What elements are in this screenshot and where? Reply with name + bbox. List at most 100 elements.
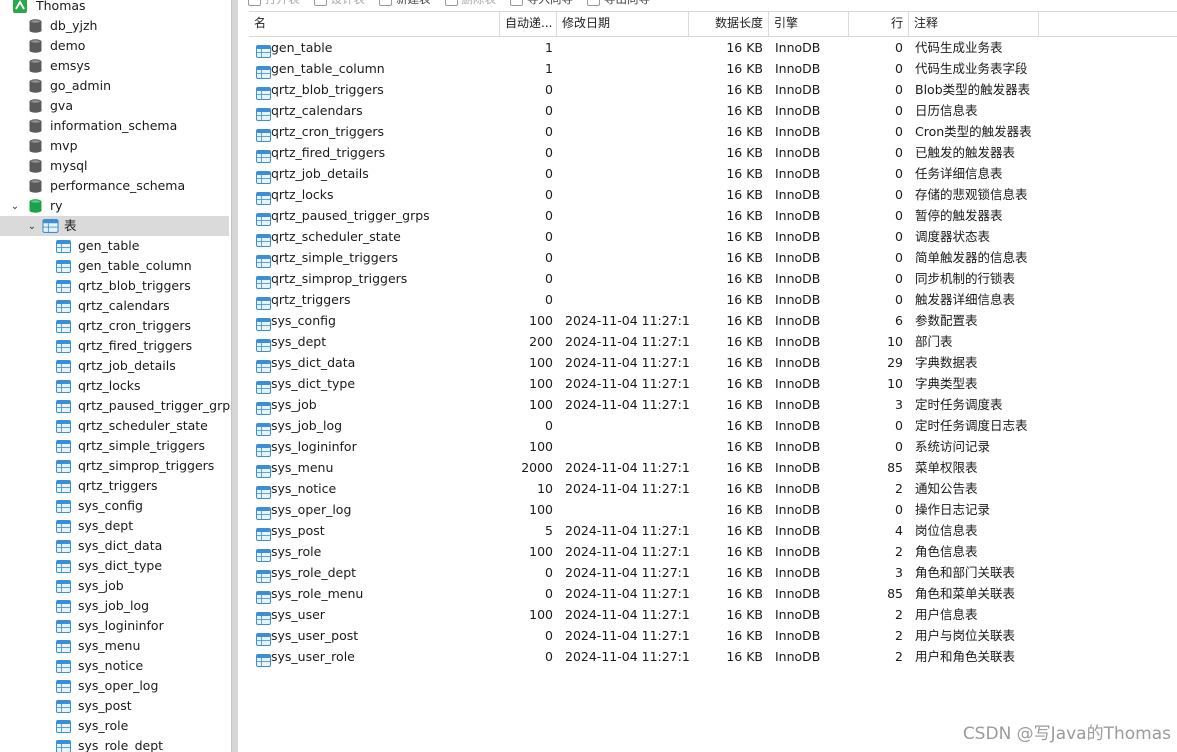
cell-name[interactable]: sys_role: [252, 541, 500, 562]
tree-database-db_yjzh[interactable]: db_yjzh: [0, 16, 229, 36]
table-row[interactable]: gen_table_column 1 16 KB InnoDB 0 代码生成业务…: [249, 58, 1177, 79]
tree-database-ry[interactable]: ⌄ ry: [0, 196, 229, 216]
tree-table-sys_job_log[interactable]: sys_job_log: [0, 596, 229, 616]
tree-table-sys_post[interactable]: sys_post: [0, 696, 229, 716]
table-row[interactable]: sys_notice 10 2024-11-04 11:27:19 16 KB …: [249, 478, 1177, 499]
table-row[interactable]: sys_oper_log 100 16 KB InnoDB 0 操作日志记录: [249, 499, 1177, 520]
col-name-header[interactable]: 名: [249, 12, 500, 36]
tree-database-demo[interactable]: demo: [0, 36, 229, 56]
table-row[interactable]: qrtz_calendars 0 16 KB InnoDB 0 日历信息表: [249, 100, 1177, 121]
cell-name[interactable]: qrtz_calendars: [252, 100, 500, 121]
table-row[interactable]: qrtz_cron_triggers 0 16 KB InnoDB 0 Cron…: [249, 121, 1177, 142]
cell-name[interactable]: sys_menu: [252, 457, 500, 478]
cell-name[interactable]: sys_oper_log: [252, 499, 500, 520]
cell-name[interactable]: gen_table: [252, 37, 500, 58]
tree-database-go_admin[interactable]: go_admin: [0, 76, 229, 96]
chevron-down-icon[interactable]: ⌄: [10, 196, 20, 216]
col-rows-header[interactable]: 行: [849, 12, 909, 36]
table-row[interactable]: sys_role_menu 0 2024-11-04 11:27:18 16 K…: [249, 583, 1177, 604]
tree-table-qrtz_simprop_triggers[interactable]: qrtz_simprop_triggers: [0, 456, 229, 476]
cell-name[interactable]: qrtz_blob_triggers: [252, 79, 500, 100]
table-row[interactable]: qrtz_simple_triggers 0 16 KB InnoDB 0 简单…: [249, 247, 1177, 268]
tree-table-sys_dict_data[interactable]: sys_dict_data: [0, 536, 229, 556]
table-row[interactable]: qrtz_blob_triggers 0 16 KB InnoDB 0 Blob…: [249, 79, 1177, 100]
col-auto-increment-header[interactable]: 自动递...: [500, 12, 557, 36]
cell-name[interactable]: gen_table_column: [252, 58, 500, 79]
cell-name[interactable]: sys_job: [252, 394, 500, 415]
table-row[interactable]: sys_job 100 2024-11-04 11:27:19 16 KB In…: [249, 394, 1177, 415]
cell-name[interactable]: sys_dept: [252, 331, 500, 352]
col-data-length-header[interactable]: 数据长度: [689, 12, 769, 36]
table-row[interactable]: qrtz_job_details 0 16 KB InnoDB 0 任务详细信息…: [249, 163, 1177, 184]
cell-name[interactable]: qrtz_simprop_triggers: [252, 268, 500, 289]
table-row[interactable]: sys_role 100 2024-11-04 11:27:18 16 KB I…: [249, 541, 1177, 562]
cell-name[interactable]: qrtz_job_details: [252, 163, 500, 184]
table-row[interactable]: qrtz_locks 0 16 KB InnoDB 0 存储的悲观锁信息表: [249, 184, 1177, 205]
table-row[interactable]: sys_post 5 2024-11-04 11:27:18 16 KB Inn…: [249, 520, 1177, 541]
table-row[interactable]: qrtz_scheduler_state 0 16 KB InnoDB 0 调度…: [249, 226, 1177, 247]
panel-splitter[interactable]: [231, 0, 238, 752]
cell-name[interactable]: qrtz_cron_triggers: [252, 121, 500, 142]
cell-name[interactable]: sys_role_dept: [252, 562, 500, 583]
table-row[interactable]: sys_dict_data 100 2024-11-04 11:27:18 16…: [249, 352, 1177, 373]
toolbar-button-4[interactable]: 导入向导: [510, 0, 573, 6]
cell-name[interactable]: sys_notice: [252, 478, 500, 499]
cell-name[interactable]: sys_role_menu: [252, 583, 500, 604]
table-row[interactable]: qrtz_fired_triggers 0 16 KB InnoDB 0 已触发…: [249, 142, 1177, 163]
tree-table-qrtz_locks[interactable]: qrtz_locks: [0, 376, 229, 396]
tree-table-qrtz_paused_trigger_grps[interactable]: qrtz_paused_trigger_grps: [0, 396, 236, 416]
table-row[interactable]: sys_user_post 0 2024-11-04 11:27:18 16 K…: [249, 625, 1177, 646]
toolbar-button-1[interactable]: 设计表: [313, 0, 365, 6]
col-engine-header[interactable]: 引擎: [769, 12, 849, 36]
cell-name[interactable]: sys_dict_type: [252, 373, 500, 394]
tree-table-qrtz_cron_triggers[interactable]: qrtz_cron_triggers: [0, 316, 229, 336]
tree-database-gva[interactable]: gva: [0, 96, 229, 116]
tree-table-sys_role[interactable]: sys_role: [0, 716, 229, 736]
chevron-down-icon[interactable]: ⌄: [27, 216, 37, 236]
table-row[interactable]: sys_user 100 2024-11-04 11:27:18 16 KB I…: [249, 604, 1177, 625]
table-row[interactable]: sys_config 100 2024-11-04 11:27:18 16 KB…: [249, 310, 1177, 331]
tree-table-sys_oper_log[interactable]: sys_oper_log: [0, 676, 229, 696]
tree-table-sys_dict_type[interactable]: sys_dict_type: [0, 556, 229, 576]
tree-table-sys_notice[interactable]: sys_notice: [0, 656, 229, 676]
tree-table-gen_table_column[interactable]: gen_table_column: [0, 256, 229, 276]
cell-name[interactable]: sys_user_post: [252, 625, 500, 646]
tree-table-qrtz_scheduler_state[interactable]: qrtz_scheduler_state: [0, 416, 229, 436]
cell-name[interactable]: sys_config: [252, 310, 500, 331]
tree-table-sys_role_dept[interactable]: sys_role_dept: [0, 736, 229, 752]
table-row[interactable]: sys_user_role 0 2024-11-04 11:27:18 16 K…: [249, 646, 1177, 667]
tree-table-qrtz_blob_triggers[interactable]: qrtz_blob_triggers: [0, 276, 229, 296]
tree-table-sys_logininfor[interactable]: sys_logininfor: [0, 616, 229, 636]
table-row[interactable]: gen_table 1 16 KB InnoDB 0 代码生成业务表: [249, 37, 1177, 58]
tree-connection[interactable]: Thomas: [0, 0, 229, 16]
tree-table-sys_dept[interactable]: sys_dept: [0, 516, 229, 536]
cell-name[interactable]: qrtz_fired_triggers: [252, 142, 500, 163]
cell-name[interactable]: sys_logininfor: [252, 436, 500, 457]
table-row[interactable]: sys_job_log 0 16 KB InnoDB 0 定时任务调度日志表: [249, 415, 1177, 436]
tree-table-qrtz_simple_triggers[interactable]: qrtz_simple_triggers: [0, 436, 229, 456]
table-row[interactable]: sys_role_dept 0 2024-11-04 11:27:18 16 K…: [249, 562, 1177, 583]
tree-table-sys_menu[interactable]: sys_menu: [0, 636, 229, 656]
tree-database-emsys[interactable]: emsys: [0, 56, 229, 76]
cell-name[interactable]: qrtz_scheduler_state: [252, 226, 500, 247]
tree-folder-tables[interactable]: ⌄ 表: [0, 216, 229, 236]
table-row[interactable]: sys_dict_type 100 2024-11-04 11:27:18 16…: [249, 373, 1177, 394]
cell-name[interactable]: qrtz_locks: [252, 184, 500, 205]
table-row[interactable]: qrtz_triggers 0 16 KB InnoDB 0 触发器详细信息表: [249, 289, 1177, 310]
cell-name[interactable]: qrtz_triggers: [252, 289, 500, 310]
table-row[interactable]: qrtz_simprop_triggers 0 16 KB InnoDB 0 同…: [249, 268, 1177, 289]
tree-database-performance_schema[interactable]: performance_schema: [0, 176, 229, 196]
cell-name[interactable]: sys_user_role: [252, 646, 500, 667]
toolbar-button-0[interactable]: 打开表: [248, 0, 300, 6]
tree-table-qrtz_fired_triggers[interactable]: qrtz_fired_triggers: [0, 336, 229, 356]
navigator-tree[interactable]: Thomas db_yjzh demo emsys go_admin gva i…: [0, 0, 236, 752]
tree-database-information_schema[interactable]: information_schema: [0, 116, 229, 136]
tree-table-qrtz_calendars[interactable]: qrtz_calendars: [0, 296, 229, 316]
tree-table-gen_table[interactable]: gen_table: [0, 236, 229, 256]
toolbar-button-5[interactable]: 导出向导: [587, 0, 650, 6]
tree-table-sys_job[interactable]: sys_job: [0, 576, 229, 596]
cell-name[interactable]: qrtz_paused_trigger_grps: [252, 205, 500, 226]
col-modified-header[interactable]: 修改日期: [557, 12, 689, 36]
tree-table-sys_config[interactable]: sys_config: [0, 496, 229, 516]
toolbar-button-3[interactable]: 删除表: [444, 0, 496, 6]
